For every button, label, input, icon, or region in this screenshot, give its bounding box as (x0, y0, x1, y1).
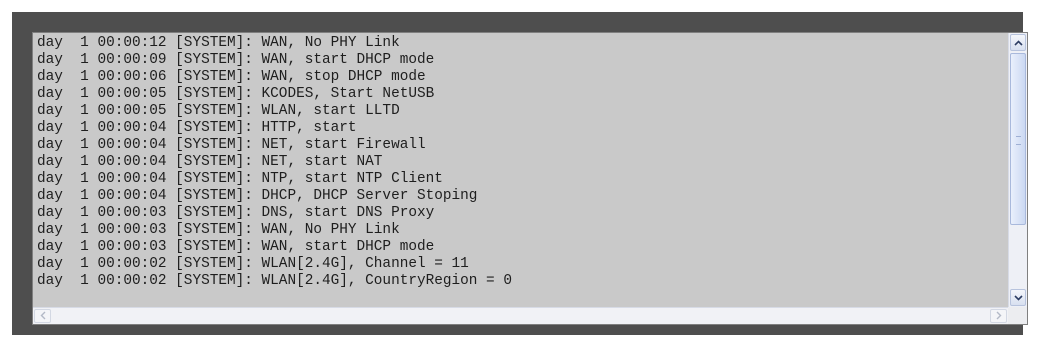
log-panel-frame: day 1 00:00:12 [SYSTEM]: WAN, No PHY Lin… (12, 12, 1028, 335)
chevron-left-icon (40, 311, 46, 322)
log-lines: day 1 00:00:12 [SYSTEM]: WAN, No PHY Lin… (37, 35, 997, 307)
log-line: day 1 00:00:12 [SYSTEM]: WAN, No PHY Lin… (37, 35, 400, 51)
log-line: day 1 00:00:09 [SYSTEM]: WAN, start DHCP… (37, 52, 435, 68)
log-line: day 1 00:00:04 [SYSTEM]: DHCP, DHCP Serv… (37, 188, 478, 204)
log-line: day 1 00:00:02 [SYSTEM]: WLAN[2.4G], Cou… (37, 273, 512, 289)
horizontal-scrollbar[interactable] (33, 307, 1008, 324)
log-line: day 1 00:00:04 [SYSTEM]: HTTP, start (37, 120, 357, 136)
log-line: day 1 00:00:03 [SYSTEM]: DNS, start DNS … (37, 205, 435, 221)
system-log-textarea[interactable]: day 1 00:00:12 [SYSTEM]: WAN, No PHY Lin… (32, 32, 1028, 325)
log-line: day 1 00:00:04 [SYSTEM]: NET, start NAT (37, 154, 383, 170)
chevron-right-icon (996, 311, 1002, 322)
scroll-down-button[interactable] (1010, 289, 1026, 306)
log-line: day 1 00:00:02 [SYSTEM]: WLAN[2.4G], Cha… (37, 256, 469, 272)
scroll-up-button[interactable] (1010, 34, 1026, 51)
vertical-scroll-thumb[interactable] (1010, 53, 1026, 225)
log-line: day 1 00:00:03 [SYSTEM]: WAN, start DHCP… (37, 239, 435, 255)
scrollbar-corner (1008, 307, 1027, 324)
scroll-left-button[interactable] (34, 309, 51, 323)
scroll-right-button[interactable] (990, 309, 1007, 323)
chevron-down-icon (1013, 293, 1023, 303)
log-line: day 1 00:00:04 [SYSTEM]: NTP, start NTP … (37, 171, 443, 187)
vertical-scrollbar[interactable] (1008, 33, 1027, 307)
log-line: day 1 00:00:05 [SYSTEM]: WLAN, start LLT… (37, 103, 400, 119)
log-line: day 1 00:00:03 [SYSTEM]: WAN, No PHY Lin… (37, 222, 400, 238)
chevron-up-icon (1013, 38, 1023, 48)
log-line: day 1 00:00:04 [SYSTEM]: NET, start Fire… (37, 137, 426, 153)
log-line: day 1 00:00:05 [SYSTEM]: KCODES, Start N… (37, 86, 435, 102)
log-line: day 1 00:00:06 [SYSTEM]: WAN, stop DHCP … (37, 69, 426, 85)
grip-icon (1016, 136, 1021, 145)
